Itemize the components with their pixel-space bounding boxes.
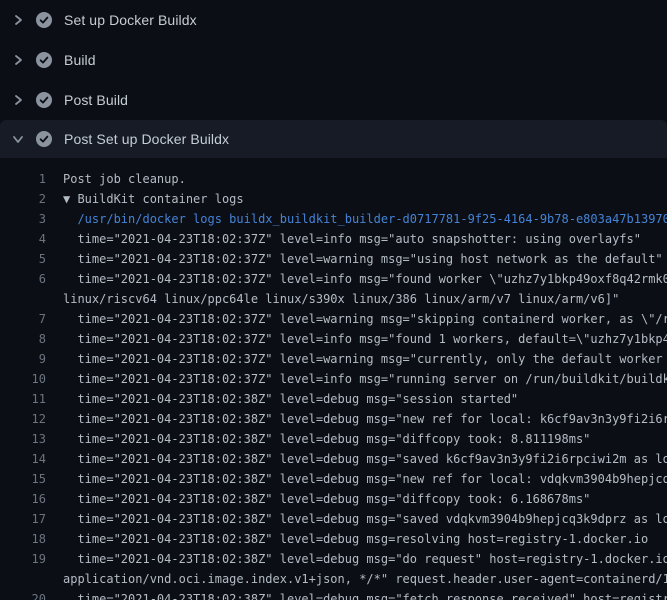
log-line-number[interactable]: 14	[0, 449, 46, 469]
check-circle-icon	[36, 12, 52, 28]
log-line-text: time="2021-04-23T18:02:38Z" level=debug …	[63, 589, 667, 600]
log-line-text: time="2021-04-23T18:02:37Z" level=info m…	[63, 329, 667, 349]
log-line-number[interactable]: 20	[0, 589, 46, 600]
step-title: Post Set up Docker Buildx	[64, 131, 229, 147]
step-title: Build	[64, 52, 96, 68]
log-line-text: time="2021-04-23T18:02:37Z" level=info m…	[63, 369, 667, 389]
log-line-text: time="2021-04-23T18:02:38Z" level=debug …	[63, 549, 667, 569]
log-line-number[interactable]: 2	[0, 189, 46, 209]
log-line-number[interactable]: 6	[0, 269, 46, 289]
step-header[interactable]: Post Build	[0, 80, 667, 120]
log-line-text: time="2021-04-23T18:02:37Z" level=info m…	[63, 269, 667, 289]
log-line-number[interactable]: 7	[0, 309, 46, 329]
log-line-text: time="2021-04-23T18:02:37Z" level=warnin…	[63, 249, 667, 269]
log-line: 1 Post job cleanup.	[0, 169, 667, 189]
log-line-text: ▼ BuildKit container logs	[63, 189, 667, 209]
log-line-number[interactable]: 19	[0, 549, 46, 569]
log-line: 19 time="2021-04-23T18:02:38Z" level=deb…	[0, 549, 667, 569]
log-line: 17 time="2021-04-23T18:02:38Z" level=deb…	[0, 509, 667, 529]
log-line-number[interactable]: 11	[0, 389, 46, 409]
log-line: 18 time="2021-04-23T18:02:38Z" level=deb…	[0, 529, 667, 549]
log-line-text: time="2021-04-23T18:02:38Z" level=debug …	[63, 469, 667, 489]
check-circle-icon	[36, 131, 52, 147]
log-line-text: time="2021-04-23T18:02:37Z" level=warnin…	[63, 349, 667, 369]
log-line-text: time="2021-04-23T18:02:38Z" level=debug …	[63, 489, 667, 509]
log-line-number[interactable]: 5	[0, 249, 46, 269]
log-line-text: application/vnd.oci.image.index.v1+json,…	[63, 569, 667, 589]
log-line: 10 time="2021-04-23T18:02:37Z" level=inf…	[0, 369, 667, 389]
log-line: 11 time="2021-04-23T18:02:38Z" level=deb…	[0, 389, 667, 409]
log-line-text: time="2021-04-23T18:02:38Z" level=debug …	[63, 529, 667, 549]
log-line: 9 time="2021-04-23T18:02:37Z" level=warn…	[0, 349, 667, 369]
log-line: 6 time="2021-04-23T18:02:37Z" level=info…	[0, 269, 667, 289]
log-line: 16 time="2021-04-23T18:02:38Z" level=deb…	[0, 489, 667, 509]
log-line: 5 time="2021-04-23T18:02:37Z" level=warn…	[0, 249, 667, 269]
log-line-text: time="2021-04-23T18:02:38Z" level=debug …	[63, 409, 667, 429]
log-line: 12 time="2021-04-23T18:02:38Z" level=deb…	[0, 409, 667, 429]
log-line-number[interactable]: 9	[0, 349, 46, 369]
log-line-number[interactable]: 4	[0, 229, 46, 249]
step-header[interactable]: Set up Docker Buildx	[0, 0, 667, 40]
check-circle-icon	[36, 52, 52, 68]
step-title: Set up Docker Buildx	[64, 12, 197, 28]
chevron-right-icon	[10, 12, 26, 28]
log-line: 3 /usr/bin/docker logs buildx_buildkit_b…	[0, 209, 667, 229]
log-line-text: time="2021-04-23T18:02:38Z" level=debug …	[63, 389, 667, 409]
log-line: 8 time="2021-04-23T18:02:37Z" level=info…	[0, 329, 667, 349]
log-line-number[interactable]: 17	[0, 509, 46, 529]
log-line-number[interactable]	[0, 569, 46, 589]
log-line-number[interactable]	[0, 289, 46, 309]
log-line: application/vnd.oci.image.index.v1+json,…	[0, 569, 667, 589]
log-line-number[interactable]: 8	[0, 329, 46, 349]
log-line: 20 time="2021-04-23T18:02:38Z" level=deb…	[0, 589, 667, 600]
log-line-text: time="2021-04-23T18:02:38Z" level=debug …	[63, 429, 667, 449]
step-header[interactable]: Build	[0, 40, 667, 80]
log-line-number[interactable]: 1	[0, 169, 46, 189]
log-line-text: linux/riscv64 linux/ppc64le linux/s390x …	[63, 289, 667, 309]
log-line: 2 ▼ BuildKit container logs	[0, 189, 667, 209]
log-line-text: time="2021-04-23T18:02:38Z" level=debug …	[63, 449, 667, 469]
workflow-log-panel: Set up Docker Buildx Build Post Bu	[0, 0, 667, 600]
log-line: 4 time="2021-04-23T18:02:37Z" level=info…	[0, 229, 667, 249]
log-line-text: Post job cleanup.	[63, 169, 667, 189]
log-line-number[interactable]: 16	[0, 489, 46, 509]
chevron-right-icon	[10, 52, 26, 68]
log-line-text: time="2021-04-23T18:02:38Z" level=debug …	[63, 509, 667, 529]
log-line: 13 time="2021-04-23T18:02:38Z" level=deb…	[0, 429, 667, 449]
chevron-down-icon	[10, 131, 26, 147]
log-line-text: time="2021-04-23T18:02:37Z" level=info m…	[63, 229, 667, 249]
log-line: 15 time="2021-04-23T18:02:38Z" level=deb…	[0, 469, 667, 489]
log-line-number[interactable]: 3	[0, 209, 46, 229]
log-line-text: /usr/bin/docker logs buildx_buildkit_bui…	[63, 209, 667, 229]
log-line-text: time="2021-04-23T18:02:37Z" level=warnin…	[63, 309, 667, 329]
log-line-number[interactable]: 18	[0, 529, 46, 549]
log-line-number[interactable]: 12	[0, 409, 46, 429]
step-header[interactable]: Post Set up Docker Buildx	[0, 120, 667, 158]
step-title: Post Build	[64, 92, 128, 108]
log-line: 7 time="2021-04-23T18:02:37Z" level=warn…	[0, 309, 667, 329]
log-area: 1 Post job cleanup. 2 ▼ BuildKit contain…	[0, 158, 667, 600]
log-line-number[interactable]: 13	[0, 429, 46, 449]
log-line: linux/riscv64 linux/ppc64le linux/s390x …	[0, 289, 667, 309]
log-line-number[interactable]: 15	[0, 469, 46, 489]
chevron-right-icon	[10, 92, 26, 108]
log-line-number[interactable]: 10	[0, 369, 46, 389]
log-line: 14 time="2021-04-23T18:02:38Z" level=deb…	[0, 449, 667, 469]
step-list: Set up Docker Buildx Build Post Bu	[0, 0, 667, 158]
check-circle-icon	[36, 92, 52, 108]
